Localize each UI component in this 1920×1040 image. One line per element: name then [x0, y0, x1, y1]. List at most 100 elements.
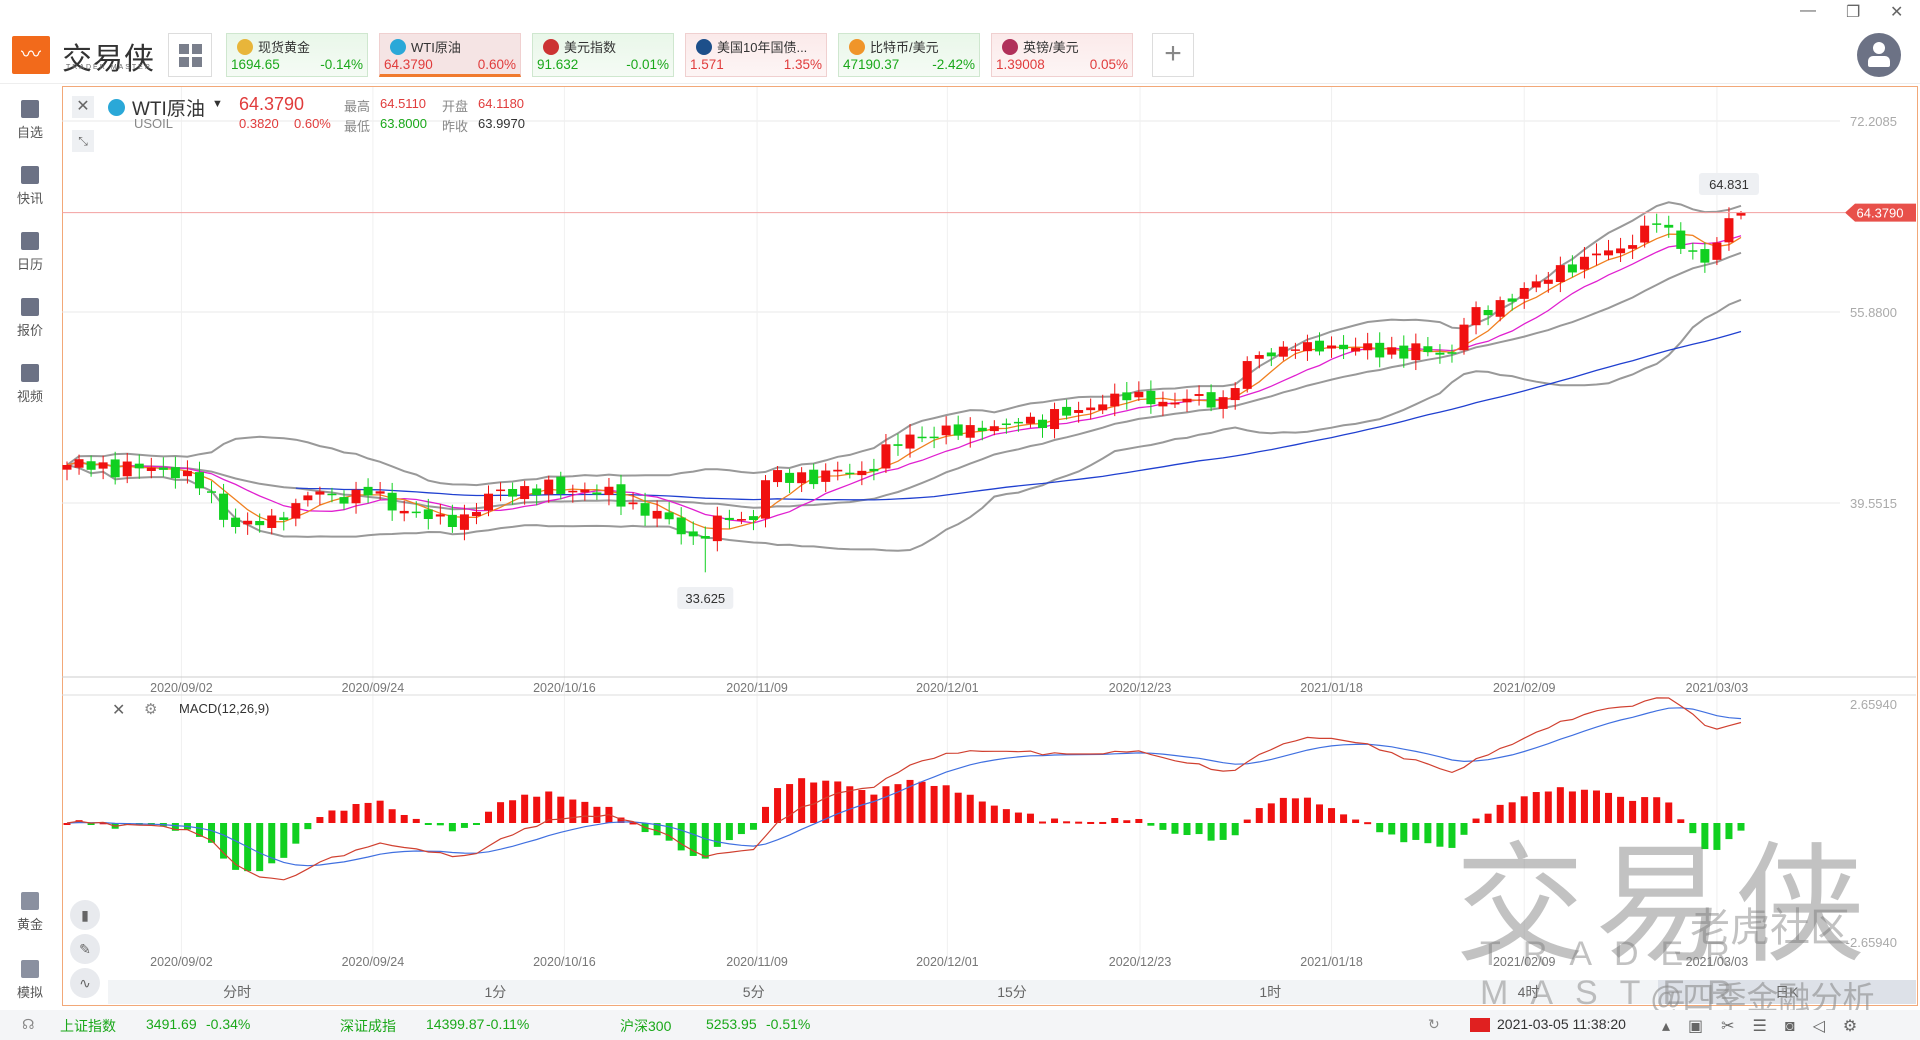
candle-body [146, 467, 156, 471]
candle-body [953, 424, 963, 436]
index-name[interactable]: 上证指数 [60, 1016, 116, 1036]
candle-body [1676, 230, 1686, 249]
prev-close-label: 昨收 [442, 119, 469, 134]
macd-histogram-bar [1171, 823, 1179, 834]
candle-body [712, 515, 722, 542]
candle-body [580, 489, 590, 493]
timeframe-2[interactable]: 5分 [625, 980, 883, 1004]
symbol-code: USOIL [134, 116, 174, 131]
macd-x-tick-label: 2020/12/01 [916, 955, 979, 969]
ma5-line [66, 233, 1742, 530]
index-change: -0.34% [206, 1016, 251, 1032]
current-price-label: 64.3790 [1857, 206, 1904, 221]
macd-histogram-bar [882, 786, 890, 823]
candle-body [508, 488, 518, 497]
macd-x-tick-label: 2020/09/02 [150, 955, 213, 969]
candle-body [1375, 342, 1385, 358]
candle-body [1302, 342, 1312, 352]
macd-histogram-bar [436, 823, 444, 826]
prev-close-value: 63.9970 [478, 116, 525, 131]
candle-body [375, 491, 385, 494]
candle-body [170, 467, 180, 479]
timeframe-3[interactable]: 15分 [883, 980, 1141, 1004]
macd-histogram-bar [1508, 802, 1516, 823]
candle-type-icon[interactable]: ▮ [70, 900, 100, 930]
macd-histogram-bar [918, 781, 926, 823]
macd-histogram-bar [798, 778, 806, 823]
candle-body [98, 462, 108, 469]
open-value: 64.1180 [478, 96, 525, 111]
candle-body [628, 502, 638, 505]
x-tick-label: 2020/09/24 [342, 681, 405, 695]
macd-histogram-bar [388, 809, 396, 823]
symbol-dropdown-icon[interactable]: ▼ [212, 98, 223, 110]
macd-histogram-bar [1099, 821, 1107, 824]
macd-histogram-bar [509, 800, 517, 823]
macd-histogram-bar [1617, 796, 1625, 823]
ma10-line [66, 235, 1742, 524]
timeframe-1[interactable]: 1分 [366, 980, 624, 1004]
candle-body [1074, 410, 1084, 413]
y-tick-label: 72.2085 [1850, 114, 1897, 129]
index-value: 5253.95 [706, 1016, 757, 1032]
candle-body [616, 484, 626, 507]
refresh-icon[interactable]: ↻ [1428, 1016, 1440, 1033]
candle-body [700, 535, 710, 539]
macd-histogram-bar [1195, 823, 1203, 835]
status-tool-icons[interactable]: ▴▣✂☰◙◁⚙ [1662, 1016, 1875, 1036]
candle-body [1531, 281, 1541, 288]
indicator-settings-icon[interactable]: ⚙ [144, 700, 157, 718]
shrink-icon[interactable]: ⤡ [72, 130, 94, 152]
candle-body [1182, 398, 1192, 403]
timeframe-0[interactable]: 分时 [108, 980, 366, 1004]
macd-histogram-bar [1075, 821, 1083, 824]
candle-body [1122, 392, 1132, 401]
macd-histogram-bar [376, 800, 384, 823]
candle-body [1471, 307, 1481, 326]
macd-histogram-bar [545, 791, 553, 823]
draw-pencil-icon[interactable]: ✎ [70, 934, 100, 964]
macd-histogram-bar [328, 810, 336, 823]
candle-body [1218, 397, 1228, 409]
timeframe-4[interactable]: 1时 [1141, 980, 1399, 1004]
candle-body [965, 425, 975, 438]
macd-histogram-bar [472, 823, 480, 825]
candle-body [640, 503, 650, 516]
macd-x-tick-label: 2020/10/16 [533, 955, 596, 969]
macd-dea-line [66, 707, 1742, 867]
candle-body [1664, 224, 1674, 228]
price-chart[interactable]: 72.2085 55.8800 39.5515 2020/09/02 2020/09/0… [0, 0, 1920, 1040]
headset-icon[interactable]: ☊ [22, 1016, 34, 1033]
x-tick-label: 2021/03/03 [1686, 681, 1749, 695]
candle-body [1327, 345, 1337, 349]
candle-body [327, 493, 337, 496]
bollinger-lower [66, 298, 1742, 552]
candle-body [809, 469, 819, 485]
macd-histogram-bar [822, 780, 830, 823]
timeframe-6[interactable]: 日K [1657, 980, 1916, 1004]
candle-body [1411, 343, 1421, 361]
timeframe-5[interactable]: 4时 [1399, 980, 1657, 1004]
macd-histogram-bar [1472, 818, 1480, 823]
y-tick-label: 39.5515 [1850, 496, 1897, 511]
candle-body [122, 461, 132, 477]
index-name[interactable]: 沪深300 [620, 1016, 671, 1036]
macd-histogram-bar [1520, 796, 1528, 823]
close-indicator-button[interactable]: ✕ [112, 700, 125, 720]
candle-body [435, 514, 445, 517]
low-label: 最低 [344, 119, 371, 134]
macd-histogram-bar [1002, 809, 1010, 823]
indicator-icon[interactable]: ∿ [70, 968, 100, 998]
macd-histogram-bar [1532, 792, 1540, 823]
index-name[interactable]: 深证成指 [340, 1016, 396, 1036]
close-chart-button[interactable]: ✕ [72, 96, 94, 118]
macd-histogram-bar [701, 823, 709, 859]
candle-body [1025, 416, 1035, 424]
candle-body [1001, 423, 1011, 426]
candle-body [1399, 345, 1409, 359]
macd-histogram-bar [1713, 823, 1721, 850]
candle-body [1495, 300, 1505, 317]
candle-body [207, 491, 217, 493]
macd-histogram-bar [1544, 791, 1552, 823]
x-tick-label: 2021/01/18 [1300, 681, 1363, 695]
